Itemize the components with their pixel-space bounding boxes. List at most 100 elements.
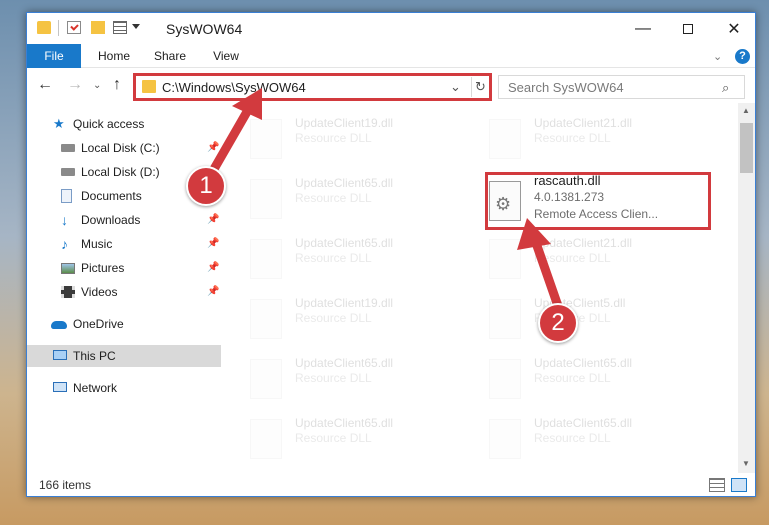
forward-button[interactable]: →	[67, 76, 83, 94]
file-name: UpdateClient21.dll	[534, 116, 633, 130]
file-name: UpdateClient65.dll	[295, 176, 394, 190]
file-name: UpdateClient65.dll	[295, 416, 394, 430]
star-icon: ★	[53, 116, 65, 131]
maximize-button[interactable]	[665, 13, 711, 44]
list-item[interactable]: UpdateClient21.dll Resource DLL	[461, 233, 693, 291]
expand-ribbon-chevron-icon[interactable]: ⌄	[713, 50, 722, 63]
file-list: UpdateClient19.dll Resource DLL UpdateCl…	[222, 103, 738, 473]
dll-file-icon	[250, 239, 282, 279]
list-item[interactable]: UpdateClient19.dll Resource DLL	[222, 113, 454, 171]
download-icon: ↓	[61, 212, 68, 228]
sidebar-item-label: This PC	[73, 349, 116, 363]
scroll-up-icon[interactable]: ▲	[742, 106, 750, 115]
file-name: UpdateClient21.dll	[534, 236, 633, 250]
dll-file-icon	[489, 119, 521, 159]
folder-icon[interactable]	[37, 21, 51, 34]
pin-icon[interactable]: 📌	[207, 209, 219, 231]
list-item[interactable]: UpdateClient19.dll Resource DLL	[222, 293, 454, 351]
sidebar-item-videos[interactable]: Videos 📌	[27, 281, 221, 303]
scroll-down-icon[interactable]: ▼	[742, 459, 750, 468]
file-description: Resource DLL	[295, 191, 372, 205]
sidebar-item-label: OneDrive	[73, 317, 124, 331]
documents-icon	[61, 189, 72, 203]
sidebar-item-local-disk-c[interactable]: Local Disk (C:) 📌	[27, 137, 221, 159]
up-button[interactable]: ↑	[113, 76, 121, 94]
list-item[interactable]: UpdateClient65.dll Resource DLL	[222, 233, 454, 291]
window-title: SysWOW64	[166, 21, 243, 37]
list-item[interactable]: UpdateClient65.dll Resource DLL	[461, 353, 693, 411]
sidebar-item-pictures[interactable]: Pictures 📌	[27, 257, 221, 279]
file-description: Resource DLL	[295, 431, 372, 445]
dll-file-icon	[250, 119, 282, 159]
sidebar-item-label: Local Disk (C:)	[81, 141, 160, 155]
list-item[interactable]: UpdateClient65.dll Resource DLL	[461, 413, 693, 471]
pin-icon[interactable]: 📌	[207, 281, 219, 303]
sidebar-item-network[interactable]: Network	[27, 377, 221, 399]
tab-file[interactable]: File	[27, 44, 81, 68]
sidebar-item-onedrive[interactable]: OneDrive	[27, 313, 221, 335]
file-name: UpdateClient19.dll	[295, 296, 394, 310]
sidebar-item-label: Network	[73, 381, 118, 395]
search-input[interactable]: Search SysWOW64 ⌕	[498, 75, 745, 99]
pin-icon[interactable]: 📌	[207, 137, 219, 159]
dll-file-icon	[250, 419, 282, 459]
sidebar-item-label: Videos	[81, 285, 118, 299]
list-item[interactable]: UpdateClient65.dll Resource DLL	[222, 413, 454, 471]
tiles-view-icon[interactable]	[731, 478, 747, 492]
music-icon: ♪	[61, 236, 68, 252]
sidebar-item-downloads[interactable]: ↓ Downloads 📌	[27, 209, 221, 231]
sidebar-item-music[interactable]: ♪ Music 📌	[27, 233, 221, 255]
drive-icon	[61, 168, 75, 176]
sidebar-item-this-pc[interactable]: This PC	[27, 345, 221, 367]
list-item[interactable]: UpdateClient21.dll Resource DLL	[461, 113, 693, 171]
file-description: Resource DLL	[534, 131, 611, 145]
list-item[interactable]: UpdateClient65.dll Resource DLL	[222, 173, 454, 231]
sidebar-item-label: Music	[81, 237, 113, 251]
list-item[interactable]: UpdateClient65.dll Resource DLL	[222, 353, 454, 411]
toolbar-divider	[58, 20, 59, 36]
pictures-icon	[61, 263, 75, 274]
computer-icon	[53, 350, 67, 360]
drive-icon	[61, 144, 75, 152]
new-folder-icon[interactable]	[91, 21, 105, 34]
file-description: Resource DLL	[295, 131, 372, 145]
sidebar-item-quick-access[interactable]: ★ Quick access	[27, 113, 221, 135]
status-bar: 166 items	[27, 474, 755, 496]
close-button[interactable]: ✕	[711, 13, 757, 44]
sidebar-item-label: Pictures	[81, 261, 125, 275]
step-badge-1: 1	[186, 166, 226, 206]
network-icon	[53, 382, 67, 392]
search-icon[interactable]: ⌕	[722, 80, 729, 96]
file-name: UpdateClient65.dll	[295, 356, 394, 370]
cloud-icon	[51, 321, 67, 329]
dll-file-icon	[250, 359, 282, 399]
back-button[interactable]: ←	[37, 76, 53, 94]
file-description: Resource DLL	[534, 371, 611, 385]
recent-locations-chevron-icon[interactable]: ⌄	[93, 80, 101, 91]
minimize-button[interactable]: —	[620, 13, 666, 44]
details-view-icon[interactable]	[709, 478, 725, 492]
tab-view[interactable]: View	[203, 44, 249, 68]
dll-file-icon	[250, 299, 282, 339]
pin-icon[interactable]: 📌	[207, 257, 219, 279]
view-options-icon[interactable]	[113, 21, 127, 34]
dll-file-icon	[489, 359, 521, 399]
quick-access-toolbar-dropdown-icon[interactable]	[132, 24, 140, 29]
title-bar: SysWOW64 — ✕	[27, 13, 755, 44]
sidebar-item-label: Documents	[81, 189, 142, 203]
dll-file-icon	[489, 239, 521, 279]
tab-share[interactable]: Share	[147, 44, 193, 68]
pin-icon[interactable]: 📌	[207, 233, 219, 255]
dll-file-icon	[250, 179, 282, 219]
scrollbar-thumb[interactable]	[740, 123, 753, 173]
file-description: Resource DLL	[295, 371, 372, 385]
tab-home[interactable]: Home	[91, 44, 137, 68]
item-count: 166 items	[39, 478, 92, 492]
vertical-scrollbar[interactable]: ▲ ▼	[738, 103, 755, 473]
file-description: Resource DLL	[534, 431, 611, 445]
dll-file-icon	[489, 299, 521, 339]
videos-icon	[61, 286, 75, 298]
explorer-window: SysWOW64 — ✕ File Home Share View ⌄ ? ← …	[26, 12, 756, 497]
help-icon[interactable]: ?	[735, 49, 750, 64]
properties-icon[interactable]	[67, 21, 81, 34]
